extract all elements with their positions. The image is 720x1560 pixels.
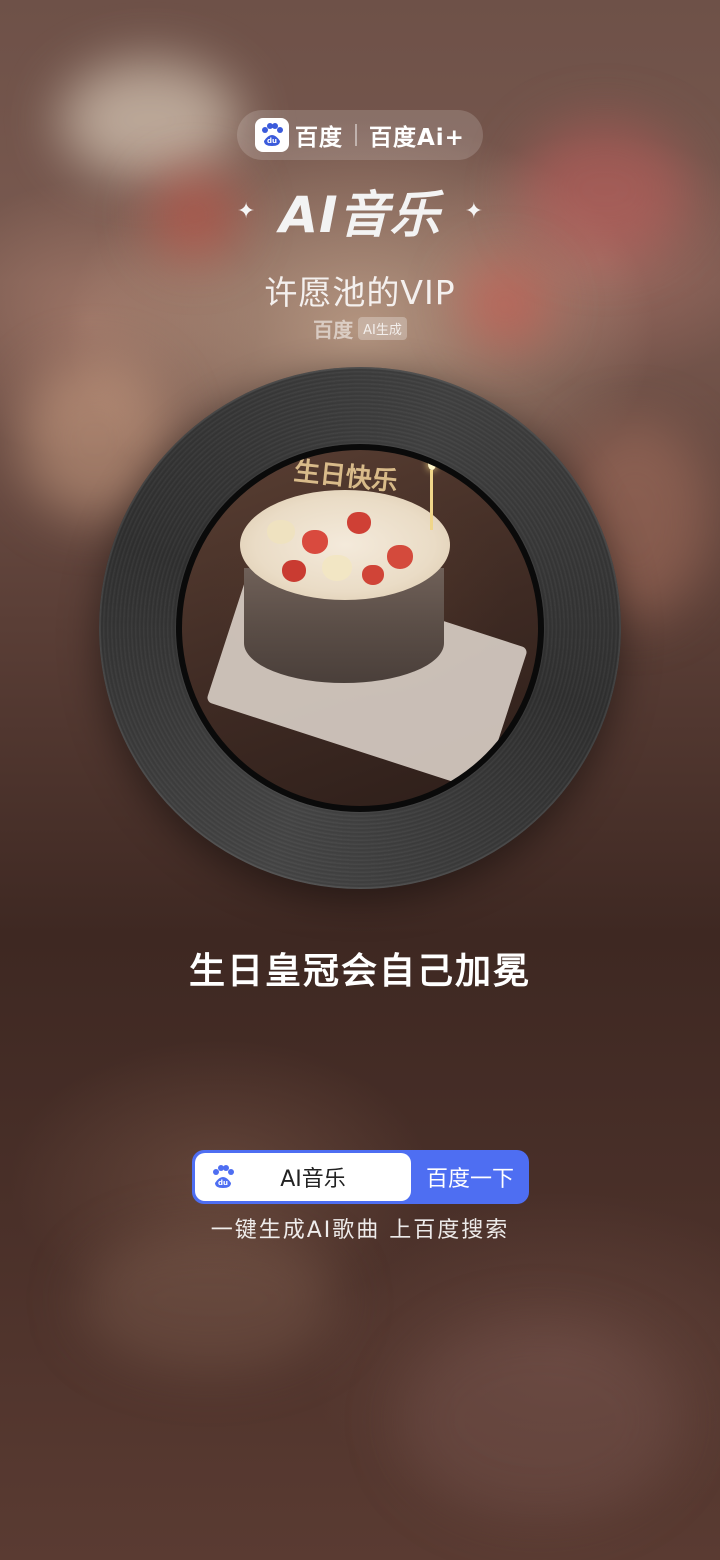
tagline: 一键生成AI歌曲 上百度搜索: [210, 1218, 510, 1243]
svg-text:du: du: [218, 1179, 228, 1187]
strawberry: [387, 545, 413, 569]
app-title: AI音乐: [279, 186, 441, 244]
baidu-paw-icon: du: [207, 1161, 239, 1193]
bg-blur-blob: [60, 60, 240, 180]
cover-ring: 生日快乐: [176, 444, 544, 812]
search-input[interactable]: du AI音乐: [195, 1153, 411, 1201]
candle: [430, 470, 433, 530]
candle-flame: [428, 458, 436, 470]
search-bar[interactable]: du AI音乐 百度一下: [192, 1150, 529, 1204]
strawberry: [282, 560, 306, 582]
vinyl-record[interactable]: 生日快乐: [99, 367, 621, 889]
ai-generated-badge: AI生成: [358, 317, 407, 340]
app-title-row: ✦ AI音乐 ✦: [0, 176, 720, 246]
sparkle-icon: ✦: [464, 198, 484, 224]
current-lyric: 生日皇冠会自己加冕: [188, 951, 531, 992]
search-button[interactable]: 百度一下: [411, 1150, 529, 1204]
cake-script: 生日快乐: [292, 456, 400, 498]
brand-name: 百度: [295, 125, 343, 151]
source-brand: 百度: [313, 318, 354, 342]
brand-divider: [355, 124, 357, 146]
search-query: AI音乐: [280, 1167, 346, 1192]
bg-blur-blob: [80, 1230, 340, 1370]
pineapple: [322, 555, 352, 581]
song-source: 百度 AI生成: [0, 314, 720, 343]
bg-blur-blob: [400, 1320, 680, 1520]
brand-header: du 百度 百度Ai+: [237, 110, 483, 160]
strawberry: [347, 512, 371, 534]
pineapple: [267, 520, 295, 544]
sparkle-icon: ✦: [236, 198, 256, 224]
brand-ai: 百度Ai+: [369, 125, 465, 151]
baidu-paw-icon: du: [255, 118, 289, 152]
song-title: 许愿池的VIP: [264, 273, 456, 312]
screen: du 百度 百度Ai+ ✦ AI音乐 ✦ 许愿池的VIP 百度 AI生成 生日快…: [0, 0, 720, 1560]
strawberry: [302, 530, 328, 554]
svg-text:du: du: [267, 137, 277, 145]
cover-image: 生日快乐: [182, 450, 538, 806]
cake-top: [240, 490, 450, 600]
strawberry: [362, 565, 384, 585]
